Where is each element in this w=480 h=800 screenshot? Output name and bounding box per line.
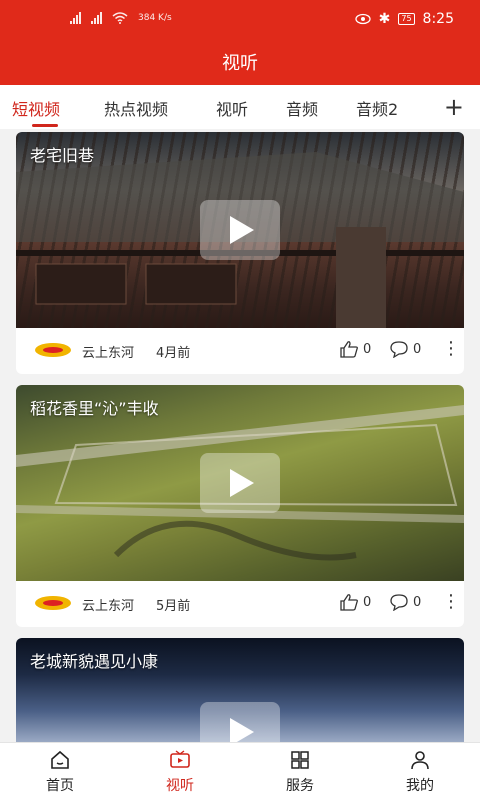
nav-mine[interactable]: 我的 xyxy=(380,749,460,795)
comment-count: 0 xyxy=(413,341,422,357)
thumbs-up-icon xyxy=(340,341,358,358)
nav-audio-visual[interactable]: 视听 xyxy=(140,749,220,795)
tab-audio[interactable]: 音频 xyxy=(286,96,318,120)
thumbs-up-icon xyxy=(340,594,358,611)
play-icon[interactable] xyxy=(200,453,280,513)
nav-mine-label: 我的 xyxy=(406,778,434,794)
bottom-navigation: 首页 视听 服务 我的 xyxy=(0,742,480,800)
video-title: 老城新貌遇见小康 xyxy=(30,652,159,671)
video-title: 稻花香里“沁”丰收 xyxy=(30,399,159,418)
nav-home-label: 首页 xyxy=(46,778,74,794)
comment-icon xyxy=(390,341,408,358)
video-meta: 云上东河 4月前 0 0 ⋮ xyxy=(16,328,464,374)
comment-count: 0 xyxy=(413,594,422,610)
play-icon[interactable] xyxy=(200,702,280,742)
channel-logo-icon xyxy=(35,596,71,610)
comment-button[interactable]: 0 xyxy=(389,593,421,611)
wifi-icon xyxy=(112,12,128,24)
video-thumbnail[interactable]: 老城新貌遇见小康 xyxy=(16,638,464,742)
like-count: 0 xyxy=(363,341,372,357)
video-thumbnail[interactable]: 老宅旧巷 xyxy=(16,132,464,328)
like-count: 0 xyxy=(363,594,372,610)
video-card[interactable]: 老宅旧巷 云上东河 4月前 0 0 ⋮ xyxy=(16,132,464,374)
play-icon[interactable] xyxy=(200,200,280,260)
video-thumbnail[interactable]: 稻花香里“沁”丰收 xyxy=(16,385,464,581)
nav-services-label: 服务 xyxy=(286,778,314,794)
publish-time: 5月前 xyxy=(156,599,191,614)
app-header: 384 K/s ✱ 75 8:25 视听 xyxy=(0,0,480,85)
eye-icon xyxy=(354,13,371,25)
bluetooth-icon: ✱ xyxy=(378,11,391,27)
plus-icon[interactable]: + xyxy=(444,93,464,121)
comment-button[interactable]: 0 xyxy=(389,340,421,358)
tab-bar: 短视频 热点视频 视听 音频 音频2 xyxy=(0,85,480,129)
tab-short-video[interactable]: 短视频 xyxy=(12,96,60,120)
network-speed: 384 K/s xyxy=(138,13,172,23)
video-meta: 云上东河 5月前 0 0 ⋮ xyxy=(16,581,464,627)
signal-icon xyxy=(70,12,81,24)
status-right: ✱ 75 8:25 xyxy=(354,11,454,27)
battery-icon: 75 xyxy=(398,13,415,25)
channel-logo-icon xyxy=(35,343,71,357)
more-options-icon[interactable]: ⋮ xyxy=(442,338,460,359)
clock: 8:25 xyxy=(422,11,454,27)
video-title: 老宅旧巷 xyxy=(30,146,95,165)
home-icon xyxy=(51,750,69,769)
nav-services[interactable]: 服务 xyxy=(260,749,340,795)
status-left: 384 K/s xyxy=(70,12,172,24)
status-bar: 384 K/s ✱ 75 8:25 xyxy=(0,10,480,30)
signal-icon-2 xyxy=(91,12,102,24)
nav-audio-visual-label: 视听 xyxy=(166,778,194,794)
like-button[interactable]: 0 xyxy=(339,593,371,611)
tab-hot-video[interactable]: 热点视频 xyxy=(104,96,168,120)
nav-home[interactable]: 首页 xyxy=(20,749,100,795)
channel-name[interactable]: 云上东河 xyxy=(82,342,134,361)
publish-time: 4月前 xyxy=(156,346,191,361)
tab-audio-2[interactable]: 音频2 xyxy=(356,96,398,120)
channel-name[interactable]: 云上东河 xyxy=(82,595,134,614)
user-icon xyxy=(411,751,429,770)
video-card[interactable]: 稻花香里“沁”丰收 云上东河 5月前 0 0 ⋮ xyxy=(16,385,464,627)
comment-icon xyxy=(390,594,408,611)
tab-audio-visual[interactable]: 视听 xyxy=(216,96,248,120)
video-card[interactable]: 老城新貌遇见小康 xyxy=(16,638,464,742)
page-title: 视听 xyxy=(222,53,258,74)
more-options-icon[interactable]: ⋮ xyxy=(442,591,460,612)
like-button[interactable]: 0 xyxy=(339,340,371,358)
active-tab-indicator xyxy=(32,124,58,127)
grid-icon xyxy=(291,751,309,769)
tv-icon xyxy=(170,750,190,768)
